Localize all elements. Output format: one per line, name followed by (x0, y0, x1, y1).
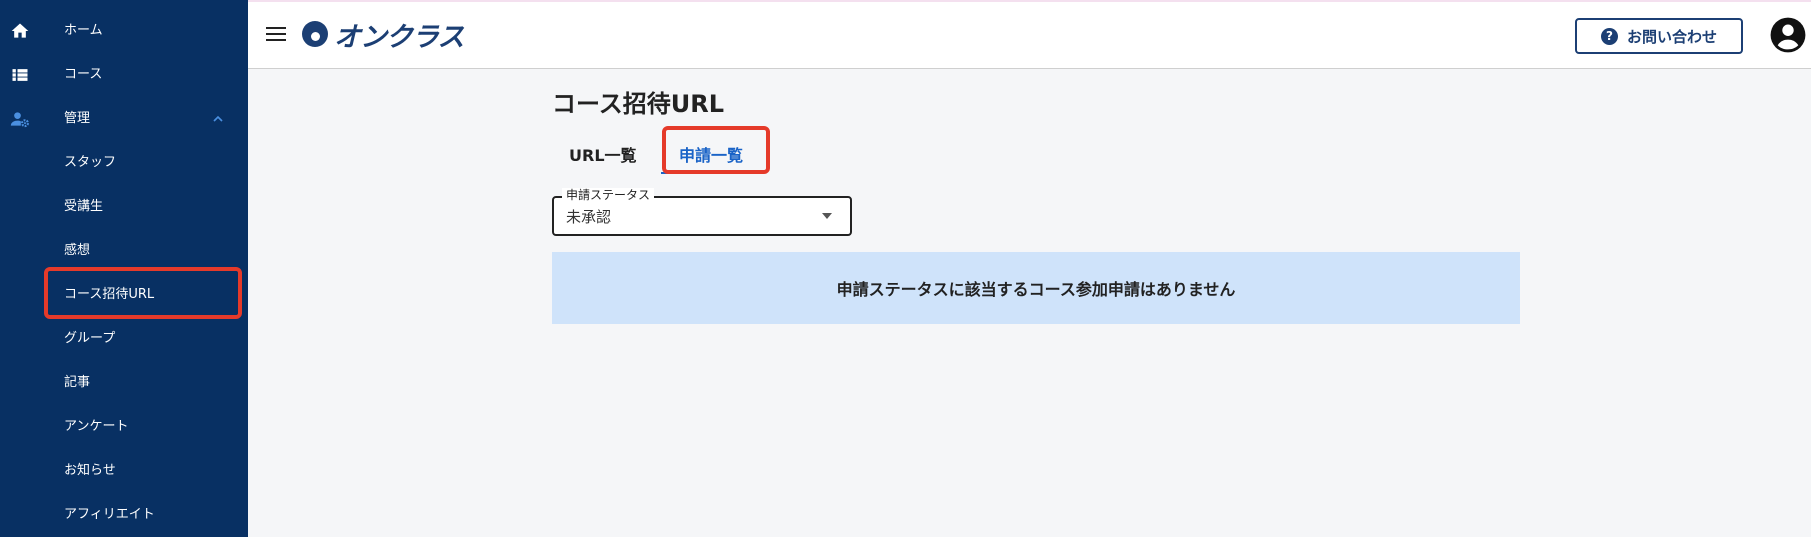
sidebar-item-course[interactable]: コース (0, 53, 248, 97)
status-select-label: 申請ステータス (562, 188, 655, 202)
sidebar-item-label: 受講生 (64, 199, 104, 214)
logo-text: オンクラス (334, 21, 464, 53)
sidebar: ホーム コース 管理 スタッフ 受講生 感想 コース招待URL グループ 記事 … (0, 0, 248, 537)
logo-mark-icon (302, 21, 328, 47)
sidebar-item-label: 記事 (64, 375, 91, 390)
sidebar-item-course-invite-url[interactable]: コース招待URL (0, 273, 248, 317)
sidebar-item-staff[interactable]: スタッフ (0, 141, 248, 185)
sidebar-item-articles[interactable]: 記事 (0, 361, 248, 405)
sidebar-item-home[interactable]: ホーム (0, 9, 248, 53)
contact-label: お問い合わせ (1626, 27, 1717, 46)
active-tab-indicator (661, 172, 764, 174)
sidebar-item-label: アフィリエイト (64, 507, 155, 522)
status-select-value: 未承認 (566, 208, 612, 226)
sidebar-item-label: アンケート (64, 419, 129, 434)
dropdown-arrow-icon[interactable] (822, 213, 832, 219)
admin-icon (10, 109, 30, 129)
home-icon (10, 21, 30, 41)
sidebar-item-notices[interactable]: お知らせ (0, 449, 248, 493)
sidebar-item-affiliate[interactable]: アフィリエイト (0, 493, 248, 537)
page-title: コース招待URL (552, 90, 725, 118)
sidebar-item-survey[interactable]: アンケート (0, 405, 248, 449)
account-icon[interactable] (1769, 16, 1807, 54)
sidebar-item-label: ホーム (64, 23, 103, 38)
sidebar-item-group[interactable]: グループ (0, 317, 248, 361)
empty-state-notice: 申請ステータスに該当するコース参加申請はありません (552, 252, 1520, 324)
tab-url-list[interactable]: URL一覧 (569, 138, 637, 170)
sidebar-item-feedback[interactable]: 感想 (0, 229, 248, 273)
list-icon (10, 65, 30, 85)
chevron-up-icon[interactable] (210, 111, 226, 127)
tab-request-list[interactable]: 申請一覧 (679, 138, 743, 170)
sidebar-item-students[interactable]: 受講生 (0, 185, 248, 229)
sidebar-item-admin[interactable]: 管理 (0, 97, 248, 141)
sidebar-item-label: スタッフ (64, 155, 117, 170)
app-logo[interactable]: オンクラス (302, 16, 464, 53)
sidebar-item-label: コース招待URL (64, 287, 155, 302)
help-icon: ? (1600, 27, 1618, 45)
app-header: オンクラス ? お問い合わせ (248, 2, 1811, 69)
menu-icon[interactable] (266, 27, 286, 43)
contact-button[interactable]: ? お問い合わせ (1575, 18, 1743, 54)
sidebar-item-label: グループ (64, 331, 116, 346)
empty-state-message: 申請ステータスに該当するコース参加申請はありません (836, 280, 1236, 299)
sidebar-item-label: コース (64, 67, 103, 82)
sidebar-item-label: 感想 (64, 243, 91, 258)
sidebar-item-label: お知らせ (64, 463, 116, 478)
sidebar-item-label: 管理 (64, 111, 91, 126)
